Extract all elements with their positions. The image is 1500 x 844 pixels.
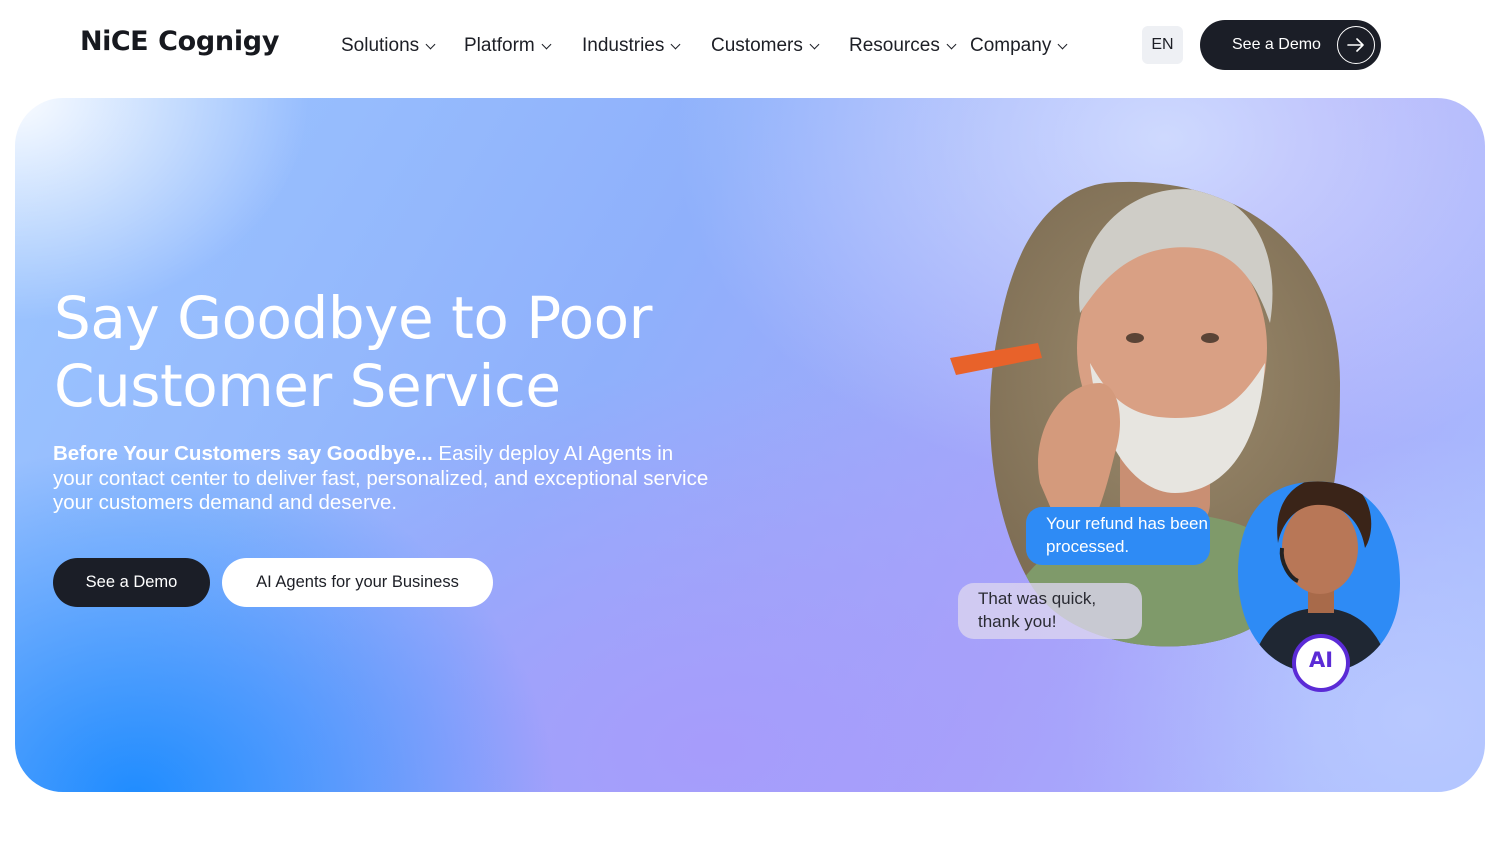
hero-title: Say Goodbye to Poor Customer Service xyxy=(54,284,734,420)
hero-section: Say Goodbye to Poor Customer Service Bef… xyxy=(15,98,1485,792)
nav-item-company[interactable]: Company xyxy=(970,33,1080,59)
nav-label: Resources xyxy=(849,35,940,56)
chevron-down-icon xyxy=(946,39,957,49)
header-demo-button[interactable]: See a Demo xyxy=(1200,20,1381,70)
ai-agents-button[interactable]: AI Agents for your Business xyxy=(222,558,493,607)
nav-item-platform[interactable]: Platform xyxy=(464,33,582,59)
nav-item-resources[interactable]: Resources xyxy=(849,33,970,59)
hero-illustration: AI Your refund has been processed. That … xyxy=(920,153,1420,713)
logo-brand: NiCE xyxy=(80,26,149,57)
see-demo-button[interactable]: See a Demo xyxy=(53,558,210,607)
nav-label: Company xyxy=(970,35,1052,56)
hero-subtitle-bold: Before Your Customers say Goodbye... xyxy=(53,442,433,465)
chevron-down-icon xyxy=(670,39,681,49)
chevron-down-icon xyxy=(541,39,552,49)
nav-label: Customers xyxy=(711,35,803,56)
nav-item-solutions[interactable]: Solutions xyxy=(341,33,464,59)
chevron-down-icon xyxy=(1057,39,1068,49)
site-header: NiCE Cognigy Solutions Platform Industri… xyxy=(0,0,1500,90)
nav-item-customers[interactable]: Customers xyxy=(711,33,849,59)
nav-item-industries[interactable]: Industries xyxy=(582,33,711,59)
hero-title-line1: Say Goodbye to Poor xyxy=(54,284,653,352)
logo-product: Cognigy xyxy=(158,26,280,57)
arrow-right-icon xyxy=(1337,26,1375,64)
language-selector[interactable]: EN xyxy=(1142,26,1183,64)
hero-title-line2: Customer Service xyxy=(54,352,561,420)
header-demo-label: See a Demo xyxy=(1232,36,1321,53)
ai-badge-label: AI xyxy=(1308,648,1334,672)
main-nav: Solutions Platform Industries Customers … xyxy=(341,33,1080,59)
nav-label: Solutions xyxy=(341,35,420,56)
chevron-down-icon xyxy=(809,39,820,49)
nav-label: Platform xyxy=(464,35,535,56)
logo[interactable]: NiCE Cognigy xyxy=(80,26,279,62)
hero-subtitle: Before Your Customers say Goodbye... Eas… xyxy=(53,442,713,516)
ai-chat-bubble: Your refund has been processed. xyxy=(1026,507,1210,565)
user-chat-bubble: That was quick, thank you! xyxy=(958,583,1142,639)
nav-label: Industries xyxy=(582,35,665,56)
chevron-down-icon xyxy=(425,39,436,49)
